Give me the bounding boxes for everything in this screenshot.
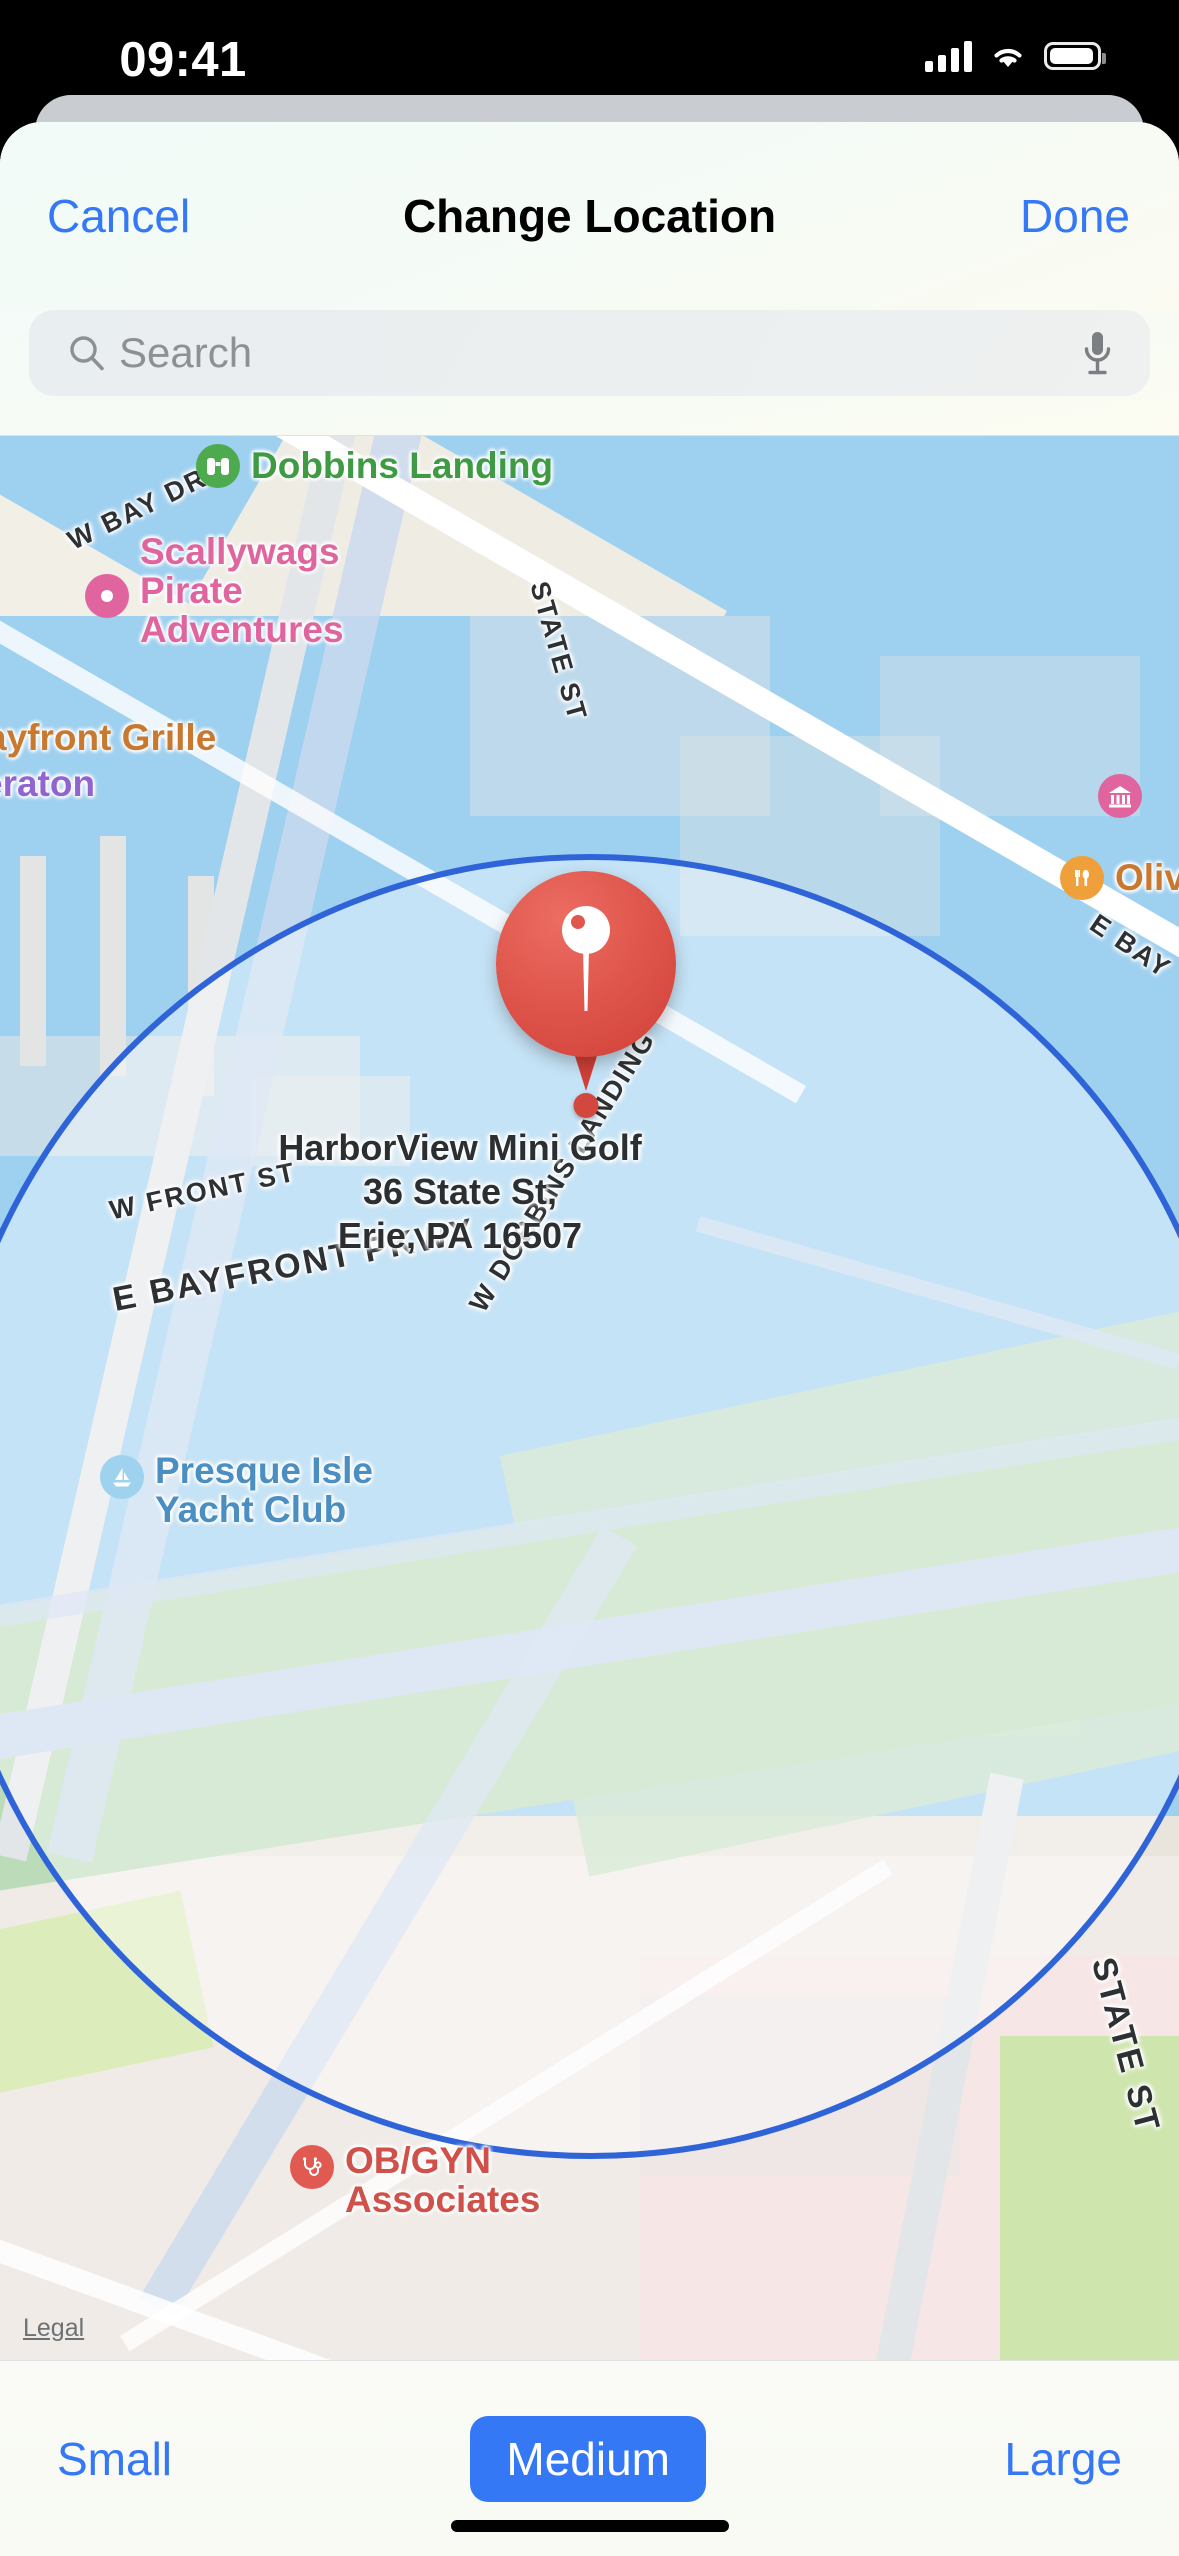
status-bar-indicators: [925, 40, 1106, 72]
search-bar-container: Search: [0, 310, 1179, 435]
pin-balloon: [496, 871, 676, 1057]
iphone-screen: 09:41 Cancel Change Location Done Search…: [0, 0, 1179, 2556]
map-poi-label: Oliver's Rooftop: [1115, 857, 1179, 899]
map-poi-museum[interactable]: [1098, 774, 1153, 818]
microphone-icon[interactable]: [1081, 329, 1114, 377]
search-placeholder: Search: [119, 329, 253, 376]
map-poi-label: OB/GYN Associates: [345, 2140, 541, 2221]
pin-anchor-dot: [573, 1093, 599, 1118]
dot-circle-icon: [85, 574, 129, 618]
wifi-icon: [994, 48, 1022, 67]
size-option-medium[interactable]: Medium: [470, 2415, 706, 2502]
search-icon: [70, 336, 104, 371]
binoculars-icon: [196, 444, 240, 488]
map-poi-label: eraton: [0, 763, 96, 804]
map-poi-obgyn-associates[interactable]: OB/GYN Associates: [290, 2141, 540, 2219]
change-location-sheet: Cancel Change Location Done Search W BAY…: [0, 122, 1179, 2556]
dropped-pin-address-line2: Erie, PA 16507: [337, 1215, 583, 1256]
done-button[interactable]: Done: [1020, 189, 1130, 243]
dropped-pin-title: HarborView Mini Golf: [278, 1127, 642, 1168]
dropped-pin-address-line1: 36 State St,: [362, 1171, 558, 1212]
sailboat-icon: [100, 1455, 144, 1499]
signal-bars-icon: [925, 40, 972, 72]
map-poi-label: ayfront Grille: [0, 717, 217, 758]
search-input[interactable]: Search: [29, 310, 1150, 396]
dropped-pin[interactable]: [496, 871, 676, 1118]
battery-icon: [1044, 42, 1106, 70]
status-bar-time: 09:41: [119, 33, 247, 87]
map-dock: [20, 856, 46, 1066]
map-size-selector: Small Medium Large: [0, 2360, 1179, 2556]
map-poi-olivers-rooftop[interactable]: Oliver's Rooftop: [1060, 856, 1179, 900]
stethoscope-icon: [290, 2145, 334, 2189]
map-canvas: W BAY DR STATE ST E BAY W FRONT ST E BAY…: [0, 436, 1179, 2360]
map-poi-scallywags[interactable]: Scallywags Pirate Adventures: [85, 532, 344, 650]
status-bar: 09:41: [0, 0, 1179, 118]
map-poi-presque-isle-yacht-club[interactable]: Presque Isle Yacht Club: [100, 1451, 373, 1529]
restaurant-icon: [1060, 856, 1104, 900]
sheet-navigation-bar: Cancel Change Location Done: [0, 122, 1179, 310]
map-view[interactable]: W BAY DR STATE ST E BAY W FRONT ST E BAY…: [0, 435, 1179, 2360]
map-poi-label: Dobbins Landing: [251, 445, 554, 487]
home-indicator: [450, 2520, 729, 2532]
map-poi-sheraton[interactable]: eraton: [0, 764, 95, 803]
legal-link[interactable]: Legal: [23, 2314, 84, 2343]
size-option-small[interactable]: Small: [47, 2418, 182, 2500]
museum-icon: [1098, 774, 1142, 818]
size-option-large[interactable]: Large: [994, 2418, 1132, 2500]
map-poi-dobbins-landing[interactable]: Dobbins Landing: [196, 444, 553, 488]
map-poi-label: Presque Isle Yacht Club: [155, 1450, 374, 1531]
map-poi-bayfront-grille[interactable]: ayfront Grille: [0, 718, 216, 757]
map-poi-label: Scallywags Pirate Adventures: [140, 531, 344, 651]
pushpin-icon: [562, 906, 610, 1011]
page-title: Change Location: [402, 190, 777, 242]
